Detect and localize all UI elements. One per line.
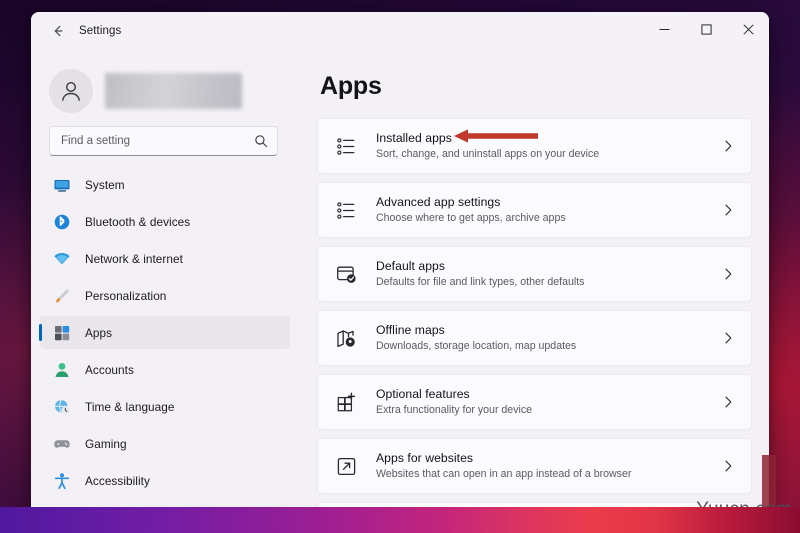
list-settings-icon [334, 198, 358, 222]
settings-row-default-apps[interactable]: Default apps Defaults for file and link … [317, 246, 752, 302]
sidebar-item-label: Apps [85, 325, 113, 340]
sidebar-item-label: Time & language [85, 399, 175, 414]
back-button[interactable] [43, 17, 73, 45]
sidebar-item-bluetooth-devices[interactable]: Bluetooth & devices [40, 205, 290, 238]
chevron-right-icon [721, 203, 737, 217]
sidebar-item-label: Personalization [85, 288, 167, 303]
settings-window: Settings Find a setting System Bluetooth… [31, 12, 769, 520]
wifi-icon [52, 249, 72, 269]
sidebar-item-apps[interactable]: Apps [39, 316, 290, 349]
grid-plus-icon [334, 390, 358, 414]
maximize-icon [700, 23, 712, 35]
settings-row-optional-features[interactable]: Optional features Extra functionality fo… [317, 374, 752, 430]
search-icon [254, 134, 268, 148]
map-pin-icon [334, 326, 358, 350]
paintbrush-icon [52, 286, 72, 306]
row-subtitle: Sort, change, and uninstall apps on your… [376, 148, 600, 160]
sidebar-item-system[interactable]: System [40, 168, 290, 201]
chevron-right-icon [721, 459, 737, 473]
row-subtitle: Choose where to get apps, archive apps [376, 212, 566, 224]
row-text-group: Offline maps Downloads, storage location… [376, 323, 721, 353]
sidebar-item-accessibility[interactable]: Accessibility [40, 464, 290, 497]
settings-row-installed-apps[interactable]: Installed apps Sort, change, and uninsta… [317, 118, 752, 174]
row-title: Optional features [376, 386, 470, 401]
row-subtitle: Defaults for file and link types, other … [376, 276, 585, 288]
chevron-right-icon [721, 139, 737, 153]
sidebar-nav: System Bluetooth & devices Network & int… [31, 168, 295, 501]
row-text-group: Installed apps Sort, change, and uninsta… [376, 131, 721, 161]
user-profile[interactable] [31, 54, 295, 120]
close-icon [742, 23, 754, 35]
window-title: Settings [79, 25, 122, 37]
list-settings-icon [334, 134, 358, 158]
row-text-group: Default apps Defaults for file and link … [376, 259, 721, 289]
row-text-group: Apps for websites Websites that can open… [376, 451, 721, 481]
settings-row-advanced-app-settings[interactable]: Advanced app settings Choose where to ge… [317, 182, 752, 238]
external-link-icon [334, 454, 358, 478]
row-subtitle: Extra functionality for your device [376, 404, 533, 416]
chevron-right-icon [721, 395, 737, 409]
globe-clock-icon [52, 397, 72, 417]
search-input[interactable] [61, 135, 250, 147]
gamepad-icon [52, 434, 72, 454]
row-text-group: Advanced app settings Choose where to ge… [376, 195, 721, 225]
sidebar-item-label: Bluetooth & devices [85, 214, 191, 229]
row-text-group: Optional features Extra functionality fo… [376, 387, 721, 417]
monitor-icon [52, 175, 72, 195]
user-avatar-icon [62, 81, 80, 101]
row-title: Default apps [376, 258, 446, 273]
person-icon [52, 360, 72, 380]
window-check-icon [334, 262, 358, 286]
apps-grid-icon [52, 323, 72, 343]
maximize-button[interactable] [685, 12, 727, 46]
accessibility-icon [52, 471, 72, 491]
settings-row-apps-for-websites[interactable]: Apps for websites Websites that can open… [317, 438, 752, 494]
desktop-wallpaper: Settings Find a setting System Bluetooth… [0, 0, 800, 533]
sidebar-item-personalization[interactable]: Personalization [40, 279, 290, 312]
row-title: Apps for websites [376, 450, 474, 465]
sidebar-item-label: Gaming [85, 436, 127, 451]
profile-name-redacted [105, 73, 242, 109]
minimize-icon [659, 28, 669, 30]
back-arrow-icon [54, 25, 63, 37]
row-title: Installed apps [376, 130, 452, 145]
page-title: Apps [320, 72, 382, 100]
window-controls [643, 12, 769, 50]
row-subtitle: Downloads, storage location, map updates [376, 340, 577, 352]
sidebar-item-label: System [85, 177, 125, 192]
sidebar-item-gaming[interactable]: Gaming [40, 427, 290, 460]
settings-row-partial[interactable] [317, 502, 752, 520]
sidebar-item-time-language[interactable]: Time & language [40, 390, 290, 423]
sidebar-item-accounts[interactable]: Accounts [40, 353, 290, 386]
sidebar-item-label: Accessibility [85, 473, 150, 488]
row-title: Advanced app settings [376, 194, 501, 209]
bluetooth-icon [52, 212, 72, 232]
search-container [31, 120, 295, 156]
row-subtitle: Websites that can open in an app instead… [376, 468, 632, 480]
minimize-button[interactable] [643, 12, 685, 46]
watermark: Yuucn.com [696, 499, 792, 520]
window-titlebar: Settings [31, 12, 769, 50]
search-box[interactable] [49, 126, 278, 156]
row-title: Offline maps [376, 322, 445, 337]
chevron-right-icon [721, 331, 737, 345]
chevron-right-icon [721, 267, 737, 281]
sidebar-item-network-internet[interactable]: Network & internet [40, 242, 290, 275]
main-content: Apps Installed apps Sort, change, and un… [295, 50, 769, 520]
sidebar-item-label: Accounts [85, 362, 134, 377]
sidebar-item-label: Network & internet [85, 251, 183, 266]
avatar [49, 69, 93, 113]
sidebar: System Bluetooth & devices [31, 50, 295, 520]
close-button[interactable] [727, 12, 769, 46]
settings-row-offline-maps[interactable]: Offline maps Downloads, storage location… [317, 310, 752, 366]
